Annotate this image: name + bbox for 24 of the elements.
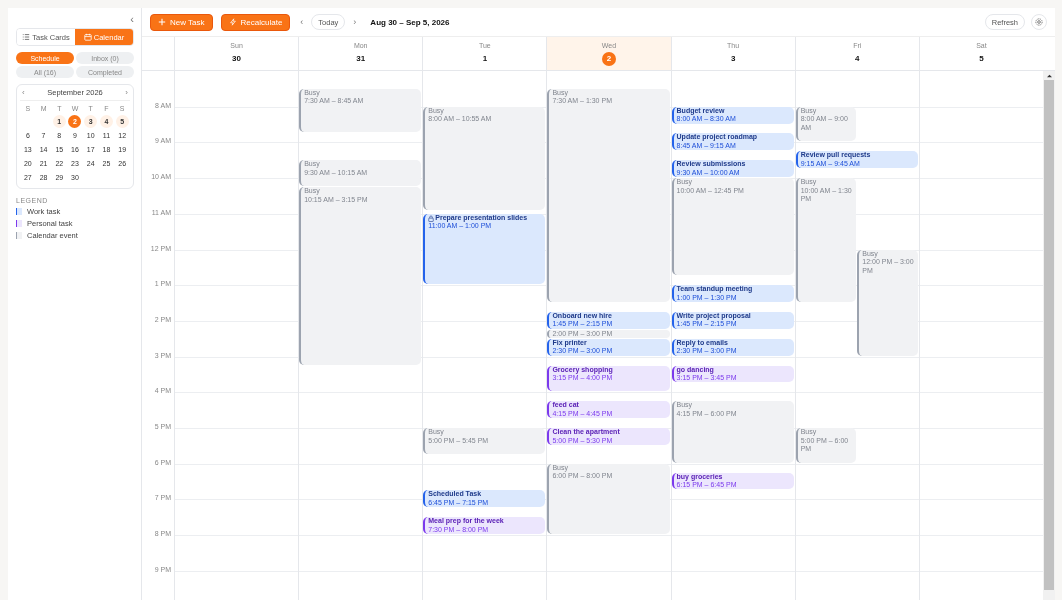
- calendar-icon: [83, 33, 92, 41]
- scroll-up-icon[interactable]: [1045, 73, 1053, 78]
- day-date: 31: [356, 52, 366, 65]
- date-range: Aug 30 – Sep 5, 2026: [370, 17, 450, 27]
- legend-swatch: [16, 208, 22, 215]
- previous-month-button[interactable]: ‹: [22, 88, 25, 97]
- day-date: 4: [855, 52, 860, 65]
- day-date: 3: [730, 52, 736, 65]
- lightning-icon: [228, 18, 237, 26]
- next-week-button[interactable]: ›: [351, 17, 359, 27]
- day-date: 2: [602, 51, 616, 66]
- day-date: 1: [482, 52, 488, 65]
- day-date: 30: [232, 52, 241, 65]
- list-icon: [22, 33, 31, 41]
- collapse-button[interactable]: ‹: [130, 14, 134, 24]
- scrollbar[interactable]: [1043, 71, 1055, 600]
- plus-icon: [158, 18, 166, 26]
- settings-button[interactable]: [1031, 14, 1047, 30]
- next-month-button[interactable]: ›: [125, 88, 128, 97]
- day-date: 5: [979, 52, 984, 65]
- legend-swatch: [16, 232, 22, 239]
- previous-week-button[interactable]: ‹: [298, 17, 306, 27]
- settings-icon: [1034, 17, 1044, 27]
- legend-swatch: [16, 220, 22, 227]
